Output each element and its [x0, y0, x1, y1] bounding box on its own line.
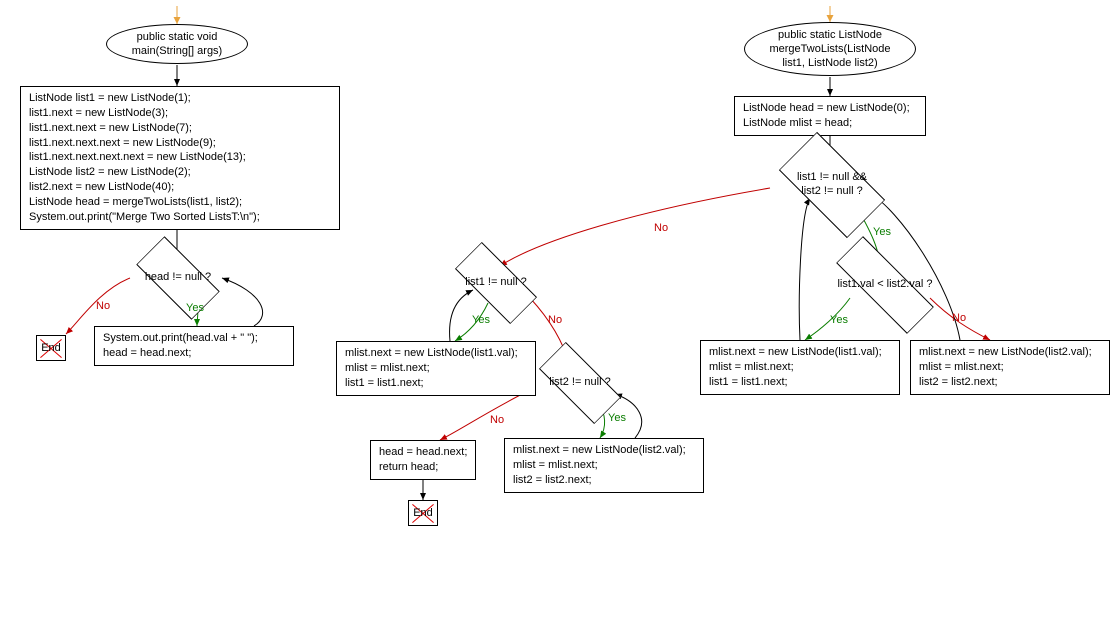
node-append-list2-val-rect: mlist.next = new ListNode(list2.val); ml… — [910, 340, 1110, 395]
node-text: mlist.next = new ListNode(list2.val); ml… — [919, 346, 1092, 388]
node-end-main: End — [36, 335, 66, 361]
edge-label-yes: Yes — [186, 302, 204, 314]
edge-label-yes: Yes — [830, 314, 848, 326]
node-text: End — [413, 507, 433, 519]
node-val-compare-decision: list1.val < list2.val ? — [808, 266, 962, 304]
edge-label-no: No — [490, 414, 504, 426]
node-merge-init-rect: ListNode head = new ListNode(0); ListNod… — [734, 96, 926, 136]
edge-label-no: No — [96, 300, 110, 312]
node-list2-null-decision: list2 != null ? — [520, 364, 640, 402]
node-text: public static ListNode mergeTwoLists(Lis… — [769, 28, 890, 71]
node-list2-remainder-rect: mlist.next = new ListNode(list2.val); ml… — [504, 438, 704, 493]
node-text: public static void main(String[] args) — [132, 30, 222, 59]
node-end-merge: End — [408, 500, 438, 526]
edge-label-no: No — [548, 314, 562, 326]
node-text: mlist.next = new ListNode(list1.val); ml… — [345, 347, 518, 389]
node-text: System.out.print(head.val + " "); head =… — [103, 332, 258, 359]
node-head-null-decision: head != null ? — [118, 258, 238, 298]
node-text: head = head.next; return head; — [379, 446, 467, 473]
node-append-list1-val-rect: mlist.next = new ListNode(list1.val); ml… — [700, 340, 900, 395]
edge-label-no: No — [654, 222, 668, 234]
edge-label-yes: Yes — [472, 314, 490, 326]
node-print-rect: System.out.print(head.val + " "); head =… — [94, 326, 294, 366]
node-text: ListNode head = new ListNode(0); ListNod… — [743, 102, 910, 129]
node-text: ListNode list1 = new ListNode(1); list1.… — [29, 92, 260, 223]
node-text: mlist.next = new ListNode(list2.val); ml… — [513, 444, 686, 486]
node-main-init-rect: ListNode list1 = new ListNode(1); list1.… — [20, 86, 340, 230]
node-text: mlist.next = new ListNode(list1.val); ml… — [709, 346, 882, 388]
node-list1-null-decision: list1 != null ? — [436, 264, 556, 302]
edge-label-yes: Yes — [873, 226, 891, 238]
node-merge-ellipse: public static ListNode mergeTwoLists(Lis… — [744, 22, 916, 76]
node-both-null-decision: list1 != null && list2 != null ? — [758, 158, 906, 212]
node-text: End — [41, 342, 61, 354]
node-list1-remainder-rect: mlist.next = new ListNode(list1.val); ml… — [336, 341, 536, 396]
node-text: list2 != null ? — [549, 376, 610, 390]
node-text: list1 != null ? — [465, 276, 526, 290]
edge-label-no: No — [952, 312, 966, 324]
node-return-rect: head = head.next; return head; — [370, 440, 476, 480]
node-text: list1 != null && list2 != null ? — [797, 171, 867, 199]
node-main-ellipse: public static void main(String[] args) — [106, 24, 248, 64]
node-text: head != null ? — [145, 271, 211, 285]
edge-label-yes: Yes — [608, 412, 626, 424]
node-text: list1.val < list2.val ? — [837, 278, 932, 292]
